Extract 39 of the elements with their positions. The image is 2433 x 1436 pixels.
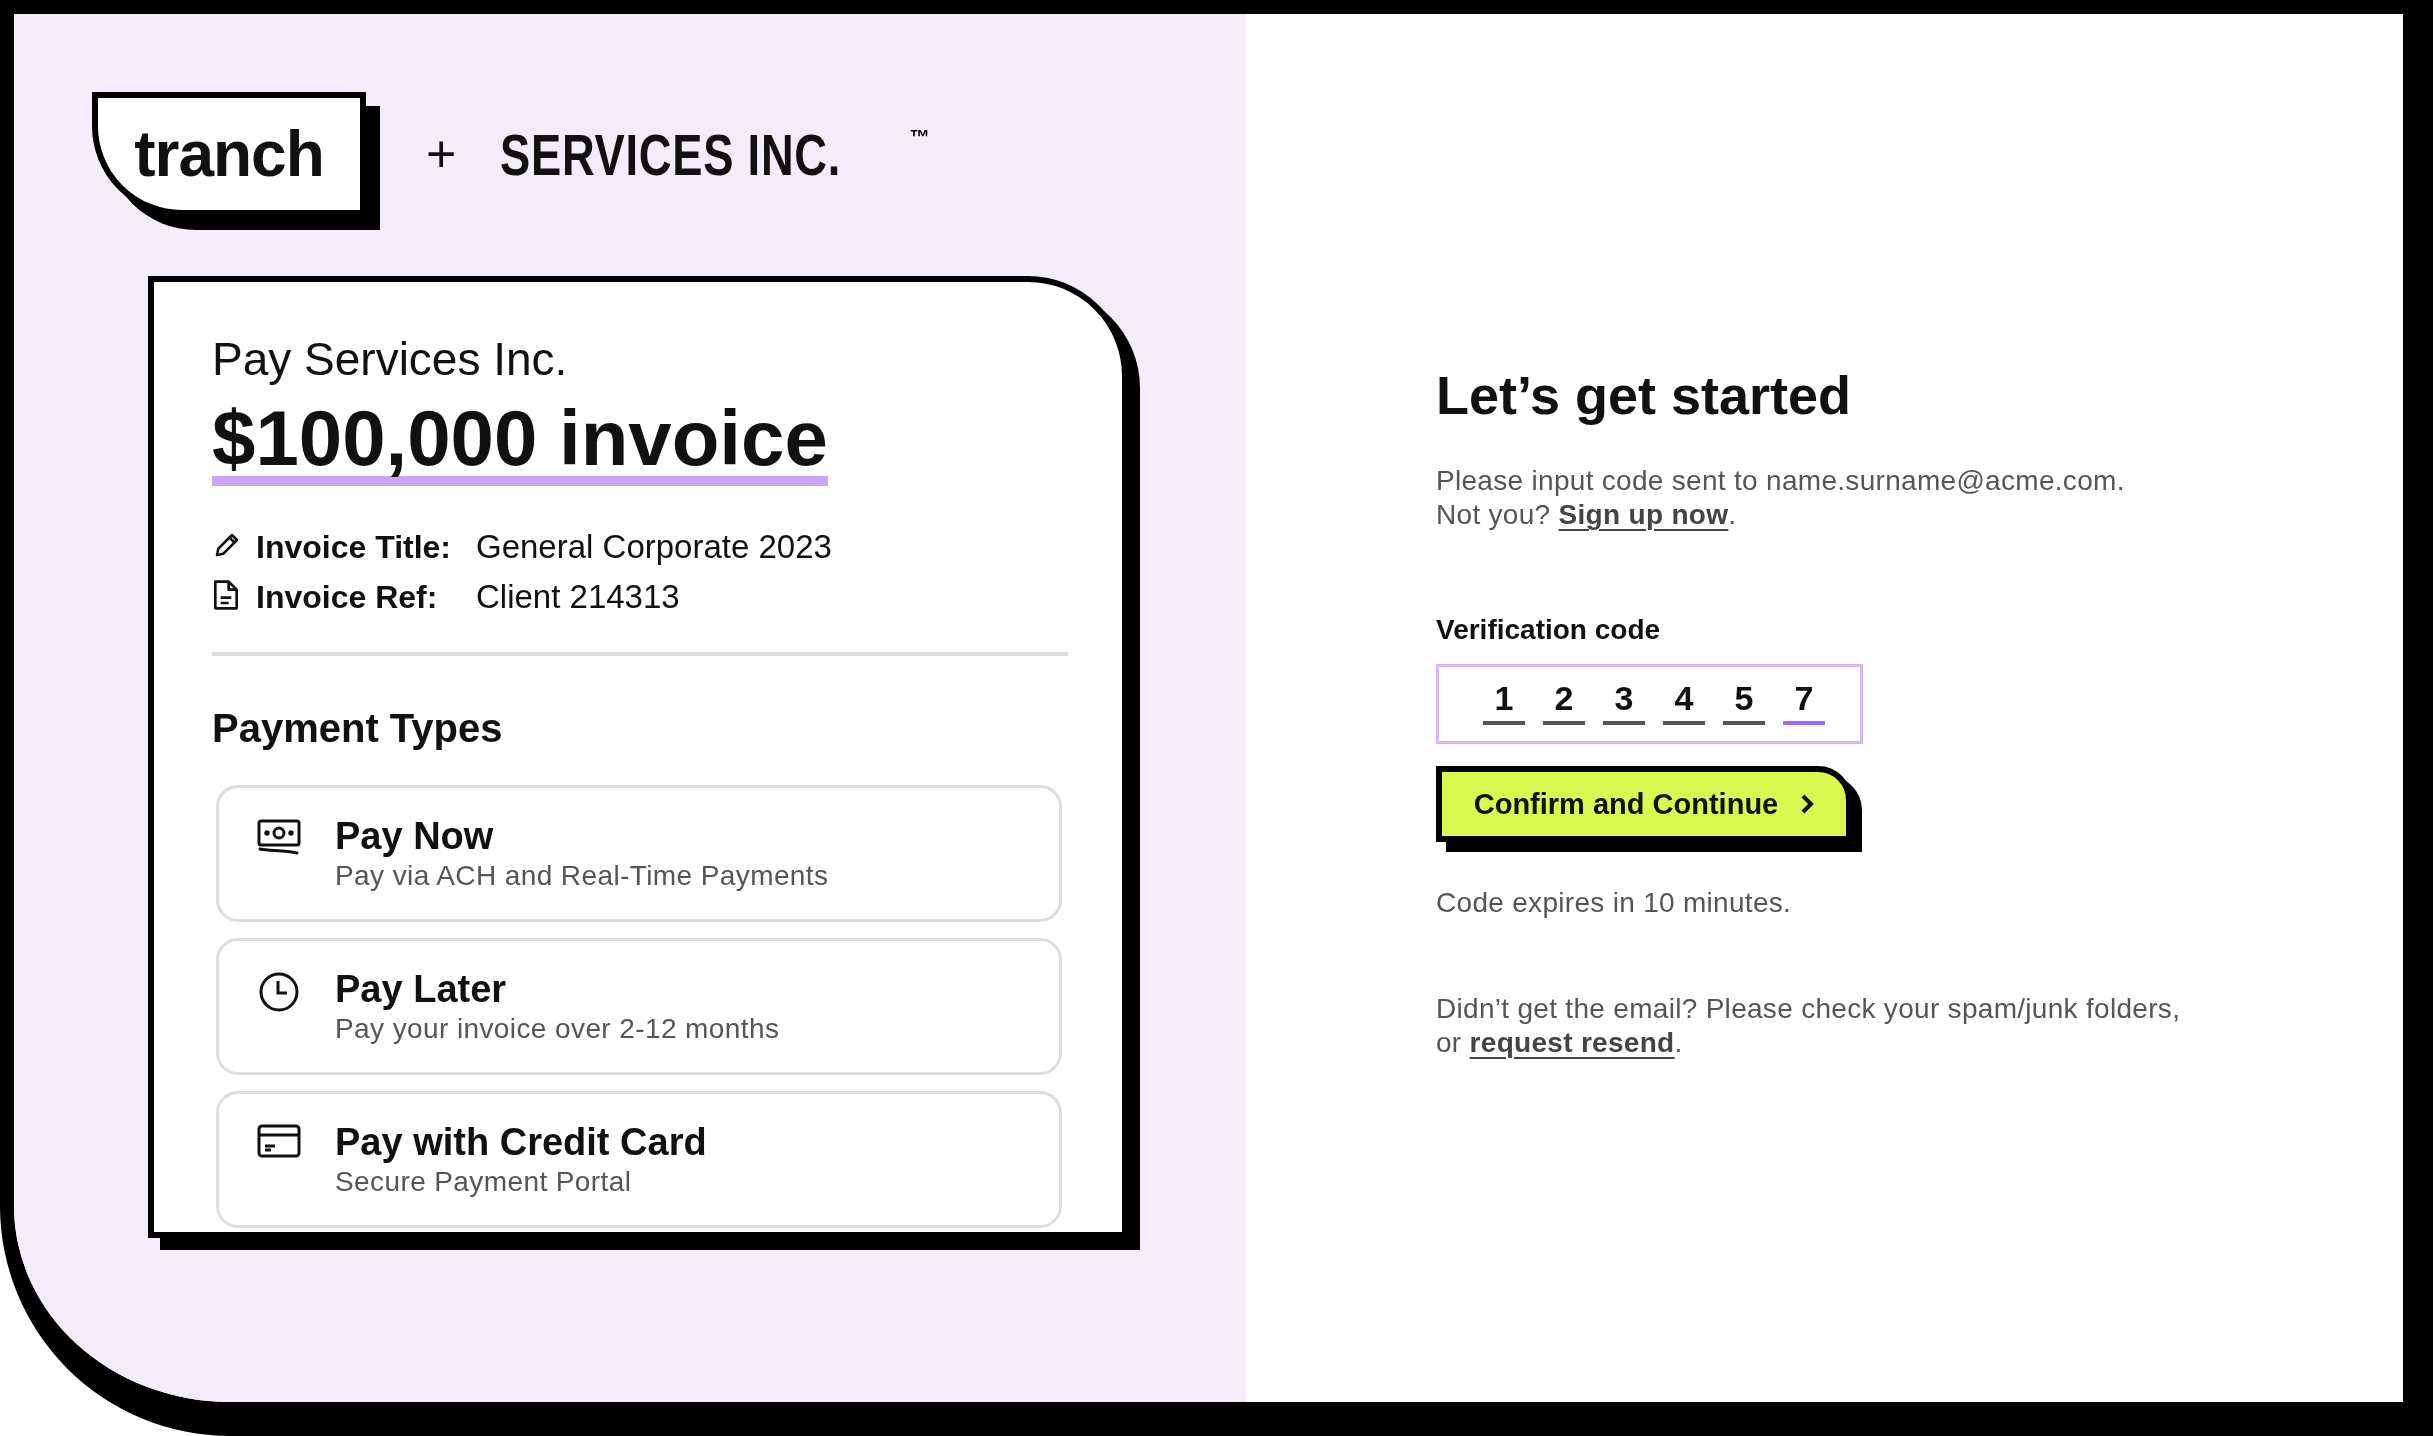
- option-title: Pay Now: [335, 814, 495, 858]
- document-icon: [212, 579, 240, 611]
- payment-option[interactable]: Pay with Credit Card Secure Payment Portal: [216, 1091, 1062, 1228]
- field-label: Verification code: [1436, 614, 1662, 646]
- code-input[interactable]: 1 2 3 4 5 7: [1436, 664, 1863, 744]
- chevron-icon: [1800, 793, 1815, 815]
- code-digit: 1: [1483, 679, 1525, 725]
- expiry-note: Code expires in 10 minutes.: [1436, 886, 1793, 920]
- detail-label: Invoice Ref:: [256, 578, 439, 616]
- invoice-amount: $100,000 invoice: [212, 400, 828, 486]
- detail-value: Client 214313: [476, 578, 681, 616]
- option-subtitle: Pay via ACH and Real-Time Payments: [335, 859, 829, 893]
- detail-value: General Corporate 2023: [476, 528, 833, 566]
- code-digit: 4: [1663, 679, 1705, 725]
- option-subtitle: Secure Payment Portal: [335, 1165, 633, 1199]
- code-digit: 2: [1543, 679, 1585, 725]
- plus-sign: +: [426, 124, 457, 184]
- payee-name: Pay Services Inc.: [212, 332, 569, 386]
- sign-up-link[interactable]: Sign up now: [1558, 499, 1729, 530]
- logo-text: tranch: [134, 117, 324, 191]
- trademark-sign: ™: [909, 126, 930, 149]
- partner-name: SERVICES INC.: [500, 120, 842, 188]
- option-title: Pay Later: [335, 967, 508, 1011]
- page-heading: Let’s get started: [1436, 364, 1853, 426]
- code-digit: 5: [1723, 679, 1765, 725]
- cash-icon: [257, 818, 301, 856]
- option-title: Pay with Credit Card: [335, 1120, 707, 1164]
- payment-option[interactable]: Pay Later Pay your invoice over 2-12 months: [216, 938, 1062, 1075]
- code-digit: 7: [1783, 679, 1825, 725]
- option-subtitle: Pay your invoice over 2-12 months: [335, 1012, 780, 1046]
- clock-icon: [258, 971, 300, 1013]
- code-digit: 3: [1603, 679, 1645, 725]
- detail-label: Invoice Title:: [256, 528, 452, 566]
- credit-card-icon: [257, 1124, 301, 1158]
- resend-link[interactable]: request resend: [1469, 1027, 1675, 1058]
- instructions-text: Please input code sent to name.surname@acme.com. Not you? Sign up now.: [1436, 464, 2126, 532]
- resend-text: Didn’t get the email? Please check your spam/junk folders, or request resend.: [1436, 992, 2182, 1060]
- payment-option[interactable]: Pay Now Pay via ACH and Real-Time Payments: [216, 785, 1062, 922]
- section-heading: Payment Types: [212, 706, 504, 751]
